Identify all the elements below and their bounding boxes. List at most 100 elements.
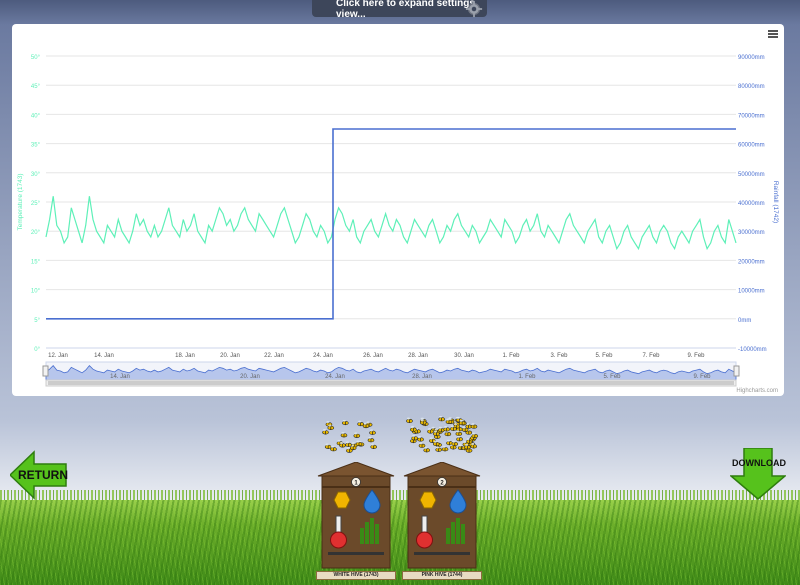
navigator-handle-left	[42, 365, 49, 377]
bee-swarm-2	[406, 416, 479, 453]
x-tick-label: 24. Jan	[313, 353, 333, 359]
bee-icon	[470, 423, 478, 429]
bee-icon	[357, 420, 364, 427]
x-tick-label: 20. Jan	[220, 353, 240, 359]
beehive-icon: 2	[403, 461, 481, 569]
x-tick-label: 12. Jan	[48, 353, 68, 359]
bee-icon	[410, 426, 417, 432]
x-tick-label: 1. Feb	[502, 353, 520, 359]
y-tick-label-left: 5°	[34, 318, 40, 324]
x-tick-label: 5. Feb	[595, 353, 613, 359]
return-label: RETURN	[18, 468, 68, 482]
y-tick-label-left: 35°	[31, 143, 41, 149]
x-tick-label: 28. Jan	[408, 353, 428, 359]
y-tick-label-right: 80000mm	[738, 84, 765, 90]
y-tick-label-left: 0°	[34, 347, 40, 353]
chart-panel: 0° -10000mm 5° 0mm 10° 10000mm 15° 20000mm 20° 30…	[12, 24, 784, 396]
chart-credits: Highcharts.com	[736, 388, 778, 394]
weather-chart: 0° -10000mm 5° 0mm 10° 10000mm 15° 20000mm 20° 30…	[17, 55, 779, 387]
y-tick-label-right: 10000mm	[738, 289, 765, 295]
x-tick-label: 14. Jan	[94, 353, 114, 359]
y-tick-label-left: 40°	[31, 113, 41, 119]
settings-toggle[interactable]: Click here to expand settings view...	[312, 0, 487, 20]
navigator-tick-label: 20. Jan	[240, 374, 260, 380]
bee-icon	[411, 434, 418, 441]
bee-icon	[418, 442, 426, 448]
bee-icon	[441, 445, 449, 452]
bee-icon	[353, 432, 361, 438]
bee-icon	[435, 446, 442, 452]
bee-icon	[367, 436, 375, 443]
hive-pink[interactable]: 2 PINK HIVE (1744)	[402, 461, 482, 580]
beehive-icon: 1	[317, 461, 395, 569]
y-tick-label-right: 30000mm	[738, 230, 765, 236]
x-tick-label: 18. Jan	[175, 353, 195, 359]
bee-icon	[443, 426, 450, 432]
hive-label: PINK HIVE (1744)	[402, 571, 482, 580]
navigator-tick-label: 9. Feb	[693, 374, 711, 380]
y-tick-label-right: 90000mm	[738, 55, 765, 61]
grass-field	[0, 500, 800, 585]
y-tick-label-left: 20°	[31, 230, 41, 236]
bee-icon	[330, 445, 337, 452]
bee-icon	[432, 440, 440, 447]
hive-white[interactable]: 1 WHITE HIVE (1743)	[316, 461, 396, 580]
bee-icon	[417, 436, 424, 442]
y-tick-label-right: 40000mm	[738, 201, 765, 207]
y-tick-label-left: 30°	[31, 172, 41, 178]
navigator-tick-label: 5. Feb	[603, 374, 621, 380]
hive-label: WHITE HIVE (1743)	[316, 571, 396, 580]
x-tick-label: 7. Feb	[642, 353, 660, 359]
gear-icon	[465, 0, 483, 18]
series-line-temperature	[45, 196, 737, 251]
download-label: DOWNLOAD	[732, 458, 786, 468]
x-tick-label: 9. Feb	[687, 353, 705, 359]
bee-icon	[322, 428, 329, 435]
chart-menu-icon[interactable]	[768, 30, 778, 39]
y-tick-label-left: 45°	[31, 84, 41, 90]
navigator-tick-label: 28. Jan	[412, 374, 432, 380]
y-axis-title-left: Temperature (1743)	[17, 173, 24, 230]
y-tick-label-right: 60000mm	[738, 143, 765, 149]
navigator-tick-label: 1. Feb	[518, 374, 536, 380]
y-axis-title-right: Rainfall (1742)	[772, 181, 779, 223]
y-tick-label-left: 15°	[31, 259, 41, 265]
x-tick-label: 3. Feb	[550, 353, 568, 359]
navigator-tick-label: 14. Jan	[110, 374, 130, 380]
bee-swarm-1	[322, 420, 378, 453]
x-tick-label: 26. Jan	[363, 353, 383, 359]
bee-icon	[370, 443, 378, 450]
bee-icon	[451, 440, 459, 447]
bee-icon	[455, 430, 463, 436]
bee-icon	[471, 432, 479, 439]
bee-icon	[345, 441, 352, 447]
x-tick-label: 30. Jan	[454, 353, 474, 359]
bee-icon	[327, 424, 335, 430]
bee-icon	[342, 420, 349, 426]
y-tick-label-right: 20000mm	[738, 259, 765, 265]
download-button[interactable]: DOWNLOAD	[728, 447, 788, 500]
y-tick-label-right: -10000mm	[738, 347, 767, 353]
bee-icon	[406, 417, 413, 424]
bee-icon	[339, 442, 346, 448]
bee-icon	[470, 442, 478, 449]
bee-icon	[423, 446, 431, 453]
y-tick-label-right: 0mm	[738, 318, 751, 324]
bee-icon	[324, 443, 332, 449]
series-line-rainfall	[46, 128, 736, 320]
bee-icon	[438, 416, 445, 422]
bee-icon	[456, 435, 463, 442]
navigator-tick-label: 24. Jan	[325, 374, 345, 380]
bee-icon	[369, 429, 376, 435]
y-tick-label-left: 50°	[31, 55, 41, 61]
return-button[interactable]: RETURN	[8, 450, 68, 500]
down-arrow-icon	[728, 447, 788, 500]
navigator-scrollbar-thumb	[48, 381, 734, 385]
navigator-handle-right	[733, 365, 740, 377]
x-tick-label: 22. Jan	[264, 353, 284, 359]
bee-icon	[340, 431, 348, 438]
y-tick-label-left: 25°	[31, 201, 41, 207]
y-tick-label-right: 70000mm	[738, 113, 765, 119]
y-tick-label-left: 10°	[31, 289, 41, 295]
y-tick-label-right: 50000mm	[738, 172, 765, 178]
